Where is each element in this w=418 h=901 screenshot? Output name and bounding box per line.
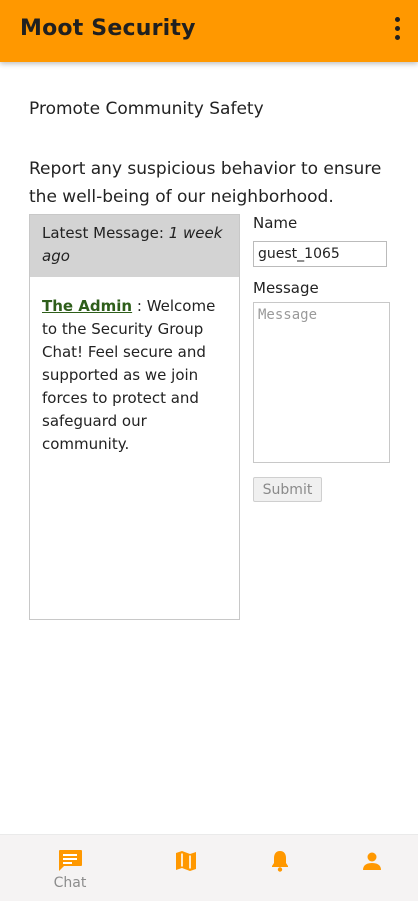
page-description: Report any suspicious behavior to ensure… <box>29 159 382 207</box>
message-separator: : <box>132 297 147 315</box>
bell-icon <box>272 851 288 872</box>
page-heading: Promote Community Safety <box>29 99 264 119</box>
nav-item-map[interactable] <box>134 835 238 901</box>
message-text: Welcome to the Security Group Chat! Feel… <box>42 297 216 453</box>
nav-item-chat[interactable]: Chat <box>18 835 122 901</box>
nav-item-notifications[interactable] <box>228 835 332 901</box>
nav-item-profile[interactable] <box>320 835 418 901</box>
app-title: Moot Security <box>20 16 196 41</box>
nav-label-chat: Chat <box>53 875 87 891</box>
bottom-nav: Chat <box>0 834 418 901</box>
message-textarea[interactable] <box>253 302 390 463</box>
message-form: Name Message Submit <box>253 214 393 502</box>
chat-icon <box>59 850 82 871</box>
app-bar: Moot Security <box>0 0 418 62</box>
map-icon <box>176 851 196 871</box>
chat-message: The Admin : Welcome to the Security Grou… <box>30 277 239 456</box>
person-icon <box>363 852 381 870</box>
more-vert-icon[interactable] <box>390 17 404 43</box>
message-label: Message <box>253 279 319 297</box>
name-label: Name <box>253 214 298 232</box>
name-input[interactable] <box>253 241 387 267</box>
chat-header: Latest Message: 1 week ago <box>30 215 239 277</box>
latest-message-label: Latest Message: <box>42 224 164 242</box>
message-author-link[interactable]: The Admin <box>42 297 132 315</box>
submit-button[interactable]: Submit <box>253 477 322 502</box>
chat-panel: Latest Message: 1 week ago The Admin : W… <box>29 214 240 620</box>
